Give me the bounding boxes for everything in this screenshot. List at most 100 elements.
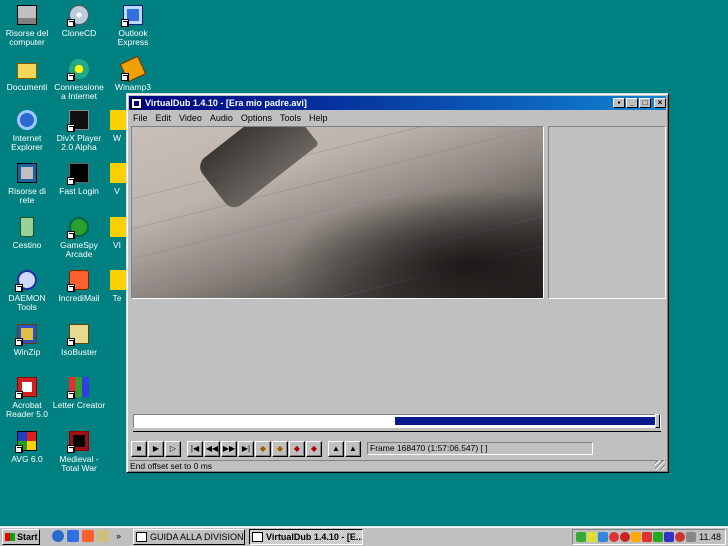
desktop-icon-label: DivX Player 2.0 Alpha bbox=[56, 133, 102, 152]
desktop-icon-label: WinZip bbox=[13, 347, 41, 357]
menu-tools[interactable]: Tools bbox=[276, 113, 305, 123]
tray-icon[interactable] bbox=[631, 532, 641, 542]
mark-out-button[interactable]: ▲ bbox=[345, 441, 361, 457]
taskbar-button-virtualdub[interactable]: VirtualDub 1.4.10 - [E... bbox=[249, 529, 363, 545]
desktop-icon-label: GameSpy Arcade bbox=[60, 240, 98, 259]
desktop-icon-label: AVG 6.0 bbox=[11, 454, 43, 464]
maximize-button[interactable]: □ bbox=[639, 98, 651, 108]
incredimail-quicklaunch-icon[interactable] bbox=[82, 530, 94, 542]
virtualdub-window[interactable]: VirtualDub 1.4.10 - [Era mio padre.avi] … bbox=[126, 93, 669, 473]
quicklaunch-more[interactable]: » bbox=[116, 530, 124, 542]
close-button[interactable]: × bbox=[654, 98, 666, 108]
seek-bar[interactable] bbox=[133, 414, 661, 428]
scene-prev-button[interactable]: ◆ bbox=[289, 441, 305, 457]
menu-audio[interactable]: Audio bbox=[206, 113, 237, 123]
desktop-icon-divx[interactable]: DivX Player 2.0 Alpha bbox=[52, 108, 106, 152]
tray-icon[interactable] bbox=[576, 532, 586, 542]
network-icon bbox=[15, 161, 39, 185]
desktop-icon-incredimail[interactable]: IncrediMail bbox=[52, 268, 106, 303]
desktop-icon-label: Winamp3 bbox=[115, 82, 151, 92]
desktop-icon-partial[interactable]: VI bbox=[108, 215, 126, 250]
desktop-icon-partial[interactable]: W bbox=[108, 108, 126, 143]
tray-icon[interactable] bbox=[620, 532, 630, 542]
medieval-icon bbox=[67, 429, 91, 453]
desktop-icon-winzip[interactable]: WinZip bbox=[0, 322, 54, 357]
desktop-icon-documenti[interactable]: Documenti bbox=[0, 57, 54, 92]
desktop-icon-isobuster[interactable]: IsoBuster bbox=[52, 322, 106, 357]
desktop-icon-risorse-computer[interactable]: Risorse del computer bbox=[0, 3, 54, 47]
tray-icon[interactable] bbox=[587, 532, 597, 542]
tray-icon[interactable] bbox=[653, 532, 663, 542]
virtualdub-icon bbox=[252, 532, 263, 542]
app-icon[interactable] bbox=[131, 97, 142, 109]
taskbar-button-guida[interactable]: GUIDA ALLA DIVISIONS... bbox=[133, 529, 245, 545]
transport-controls: ■ ▶ ▷ |◀ ◀◀ ▶▶ ▶| ◆ ◆ ◆ ◆ ▲ ▲ bbox=[131, 440, 362, 458]
tray-icon[interactable] bbox=[642, 532, 652, 542]
mail-icon bbox=[121, 3, 145, 27]
tray-icon[interactable] bbox=[598, 532, 608, 542]
desktop-icon-winamp3[interactable]: Winamp3 bbox=[106, 55, 160, 92]
outlook-quicklaunch-icon[interactable] bbox=[67, 530, 79, 542]
menu-help[interactable]: Help bbox=[305, 113, 332, 123]
desktop-icon-partial[interactable]: V bbox=[108, 161, 126, 196]
tray-icon[interactable] bbox=[675, 532, 685, 542]
incredimail-icon bbox=[67, 268, 91, 292]
title-bar[interactable]: VirtualDub 1.4.10 - [Era mio padre.avi] … bbox=[129, 96, 666, 110]
play-input-button[interactable]: ▶ bbox=[148, 441, 164, 457]
key-next-button[interactable]: ◆ bbox=[272, 441, 288, 457]
resize-grip[interactable] bbox=[655, 460, 665, 470]
desktop-icon-acrobat[interactable]: Acrobat Reader 5.0 bbox=[0, 375, 54, 419]
desktop-icon-connessione[interactable]: Connessione a Internet bbox=[52, 57, 106, 101]
desktop-icon-gamespy[interactable]: GameSpy Arcade bbox=[52, 215, 106, 259]
desktop-icon-letter-creator[interactable]: Letter Creator bbox=[52, 375, 106, 410]
tray-icon[interactable] bbox=[609, 532, 619, 542]
menu-video[interactable]: Video bbox=[175, 113, 206, 123]
status-bar: End offset set to 0 ms bbox=[129, 460, 666, 472]
desktop-icon-medieval[interactable]: Medieval - Total War bbox=[52, 429, 106, 473]
partial-icon bbox=[108, 108, 126, 132]
key-prev-button[interactable]: ◆ bbox=[255, 441, 271, 457]
go-start-button[interactable]: |◀ bbox=[187, 441, 203, 457]
desktop-icon-label: Te bbox=[112, 293, 122, 303]
stop-button[interactable]: ■ bbox=[131, 441, 147, 457]
avg-icon bbox=[15, 429, 39, 453]
desktop-icon-avg[interactable]: AVG 6.0 bbox=[0, 429, 54, 464]
partial-icon bbox=[108, 268, 126, 292]
isobuster-icon bbox=[67, 322, 91, 346]
go-end-button[interactable]: ▶| bbox=[238, 441, 254, 457]
desktop-icon-internet-explorer[interactable]: Internet Explorer bbox=[0, 108, 54, 152]
window-title: VirtualDub 1.4.10 - [Era mio padre.avi] bbox=[145, 98, 307, 108]
step-back-button[interactable]: ◀◀ bbox=[204, 441, 220, 457]
menu-file[interactable]: File bbox=[129, 113, 152, 123]
minimize-button[interactable]: _ bbox=[626, 98, 638, 108]
desktop-icon-risorse-rete[interactable]: Risorse di rete bbox=[0, 161, 54, 205]
seek-range-fill bbox=[395, 417, 658, 425]
volume-icon[interactable] bbox=[686, 532, 696, 542]
taskbar: Start » GUIDA ALLA DIVISIONS... VirtualD… bbox=[0, 526, 728, 546]
desktop-icon-label: Connessione a Internet bbox=[54, 82, 104, 101]
desktop-icon-label: Cestino bbox=[12, 240, 42, 250]
ie-quicklaunch-icon[interactable] bbox=[52, 530, 64, 542]
desktop-icon-label: CloneCD bbox=[61, 28, 97, 38]
restore-small-icon[interactable]: ▪ bbox=[613, 98, 625, 108]
desktop-icon-outlook-express[interactable]: Outlook Express bbox=[106, 3, 160, 47]
desktop-icon-label: Medieval - Total War bbox=[59, 454, 99, 473]
play-output-button[interactable]: ▷ bbox=[165, 441, 181, 457]
edit-quicklaunch-icon[interactable] bbox=[97, 530, 109, 542]
desktop-icon-partial[interactable]: Te bbox=[108, 268, 126, 303]
desktop-icon-label: Internet Explorer bbox=[11, 133, 43, 152]
scene-next-button[interactable]: ◆ bbox=[306, 441, 322, 457]
desktop-icon-cestino[interactable]: Cestino bbox=[0, 215, 54, 250]
desktop-icon-label: Outlook Express bbox=[117, 28, 149, 47]
desktop-icon-fast-login[interactable]: Fast Login bbox=[52, 161, 106, 196]
start-button[interactable]: Start bbox=[2, 529, 40, 545]
mark-in-button[interactable]: ▲ bbox=[328, 441, 344, 457]
desktop-icon-clonecd[interactable]: CloneCD bbox=[52, 3, 106, 38]
tray-icon[interactable] bbox=[664, 532, 674, 542]
desktop-icon-daemon-tools[interactable]: DAEMON Tools bbox=[0, 268, 54, 312]
menu-options[interactable]: Options bbox=[237, 113, 276, 123]
desktop-icon-label: Letter Creator bbox=[52, 400, 106, 410]
menu-edit[interactable]: Edit bbox=[152, 113, 176, 123]
step-forward-button[interactable]: ▶▶ bbox=[221, 441, 237, 457]
seek-thumb[interactable] bbox=[655, 414, 660, 428]
